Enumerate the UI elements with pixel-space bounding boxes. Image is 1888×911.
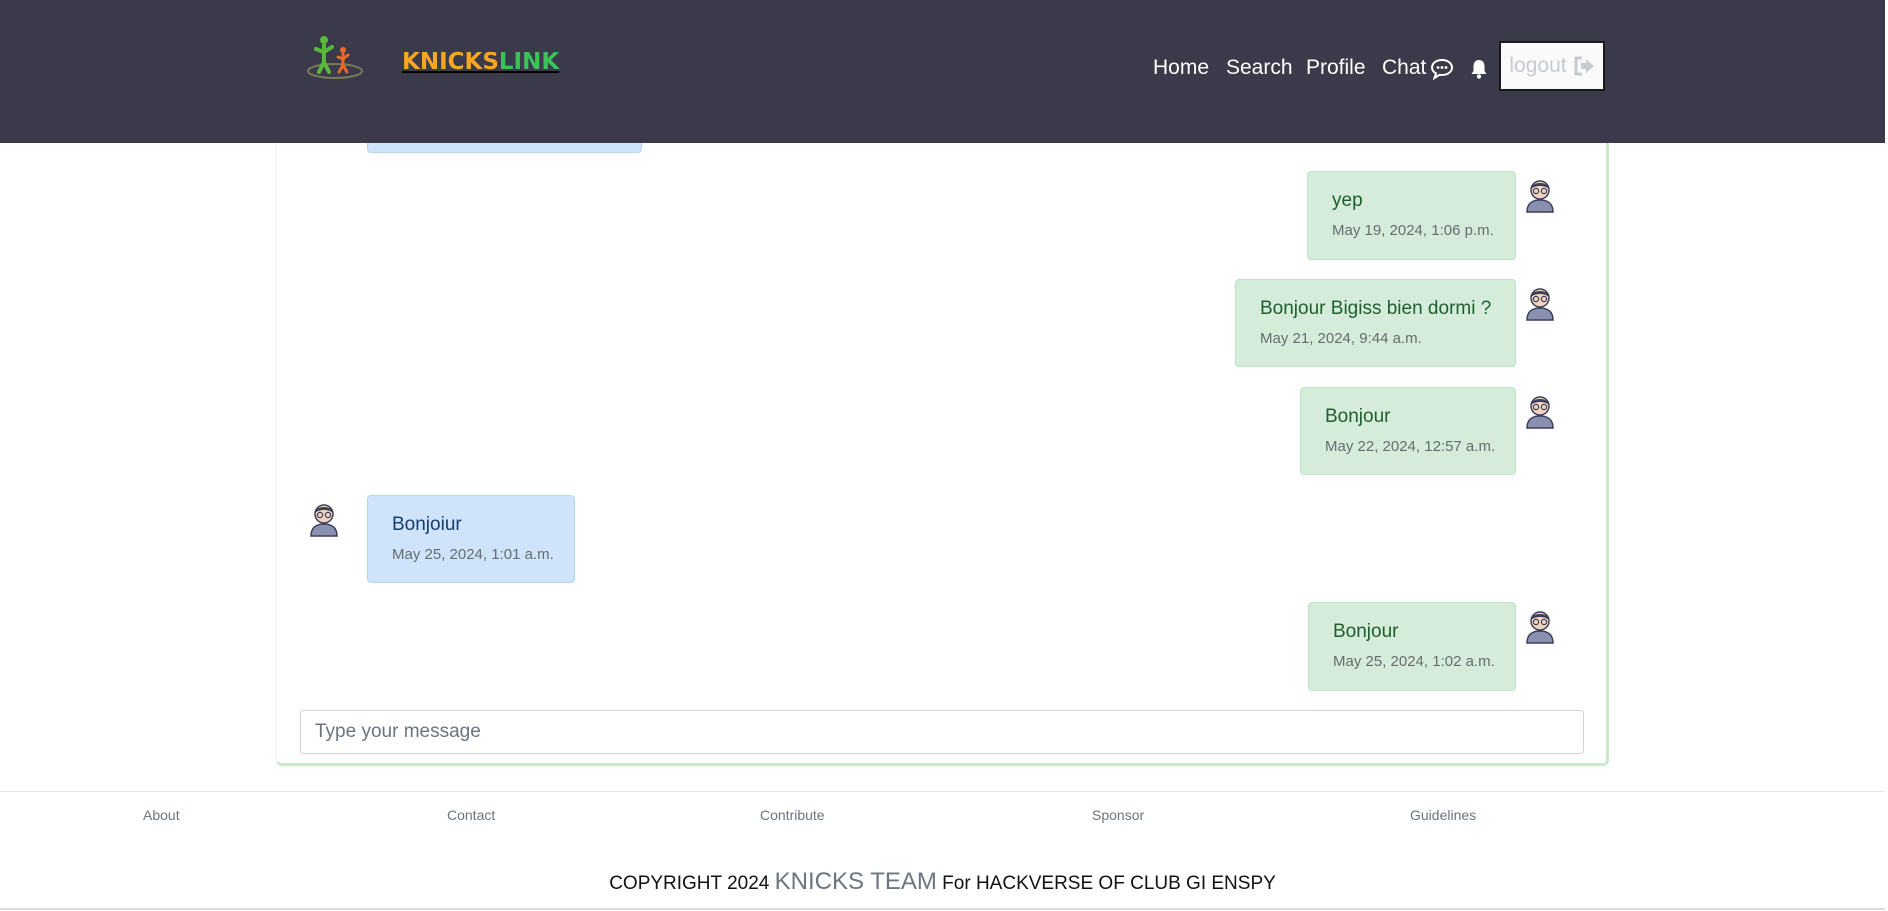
footer-sponsor-link[interactable]: Sponsor bbox=[1092, 807, 1144, 823]
copyright-prefix: COPYRIGHT 2024 bbox=[609, 873, 775, 894]
message-timestamp: May 21, 2024, 9:44 a.m. bbox=[1260, 330, 1422, 347]
logout-label: logout bbox=[1509, 54, 1567, 77]
nav-search-link[interactable]: Search bbox=[1226, 56, 1293, 80]
message-bubble-sent: yep May 19, 2024, 1:06 p.m. bbox=[1307, 171, 1516, 260]
message-bubble-sent: Bonjour May 25, 2024, 1:02 a.m. bbox=[1308, 602, 1516, 691]
nav-profile-link[interactable]: Profile bbox=[1306, 56, 1366, 80]
message-text: yep bbox=[1332, 190, 1363, 211]
footer-divider bbox=[0, 791, 1885, 792]
footer-contribute-link[interactable]: Contribute bbox=[760, 807, 825, 823]
user-avatar-icon bbox=[1526, 180, 1554, 213]
top-navbar: KNICKSLINK Home Search Profile Chat logo… bbox=[0, 0, 1885, 143]
message-timestamp: May 22, 2024, 12:57 a.m. bbox=[1325, 438, 1496, 455]
message-input[interactable] bbox=[300, 710, 1584, 754]
copyright-text: COPYRIGHT 2024 KNICKS TEAM For HACKVERSE… bbox=[0, 868, 1885, 896]
message-text: Bonjour bbox=[1333, 621, 1399, 642]
message-timestamp: May 25, 2024, 1:01 a.m. bbox=[392, 546, 554, 563]
message-text: Bonjoiur bbox=[392, 514, 462, 535]
nav-home-link[interactable]: Home bbox=[1153, 56, 1209, 80]
user-avatar-icon bbox=[1526, 288, 1554, 321]
chat-bubble-icon[interactable] bbox=[1430, 58, 1454, 80]
copyright-suffix: For HACKVERSE OF CLUB GI ENSPY bbox=[936, 873, 1276, 894]
brand-name[interactable]: KNICKSLINK bbox=[402, 49, 559, 75]
logout-button[interactable]: logout bbox=[1499, 41, 1605, 91]
message-text: Bonjour bbox=[1325, 406, 1391, 427]
copyright-team: KNICKS TEAM bbox=[774, 868, 937, 895]
message-bubble-sent: Bonjour May 22, 2024, 12:57 a.m. bbox=[1300, 387, 1516, 475]
footer-guidelines-link[interactable]: Guidelines bbox=[1410, 807, 1476, 823]
brand-name-part1: KNICKS bbox=[402, 49, 499, 75]
page-bottom-border bbox=[0, 908, 1885, 910]
message-bubble-received: Bonjoiur May 25, 2024, 1:01 a.m. bbox=[367, 495, 575, 583]
user-avatar-icon bbox=[1526, 611, 1554, 644]
app-logo-icon[interactable] bbox=[305, 34, 365, 82]
footer-contact-link[interactable]: Contact bbox=[447, 807, 495, 823]
brand-name-part2: LINK bbox=[498, 49, 560, 75]
logout-icon bbox=[1574, 56, 1594, 76]
message-timestamp: May 19, 2024, 1:06 p.m. bbox=[1332, 222, 1494, 239]
nav-chat-link[interactable]: Chat bbox=[1382, 56, 1426, 80]
message-timestamp: May 25, 2024, 1:02 a.m. bbox=[1333, 653, 1495, 670]
user-avatar-icon bbox=[1526, 396, 1554, 429]
contact-avatar-icon bbox=[310, 504, 338, 537]
bell-icon[interactable] bbox=[1469, 58, 1489, 80]
footer-about-link[interactable]: About bbox=[143, 807, 180, 823]
message-bubble-sent: Bonjour Bigiss bien dormi ? May 21, 2024… bbox=[1235, 279, 1516, 367]
message-text: Bonjour Bigiss bien dormi ? bbox=[1260, 298, 1492, 319]
